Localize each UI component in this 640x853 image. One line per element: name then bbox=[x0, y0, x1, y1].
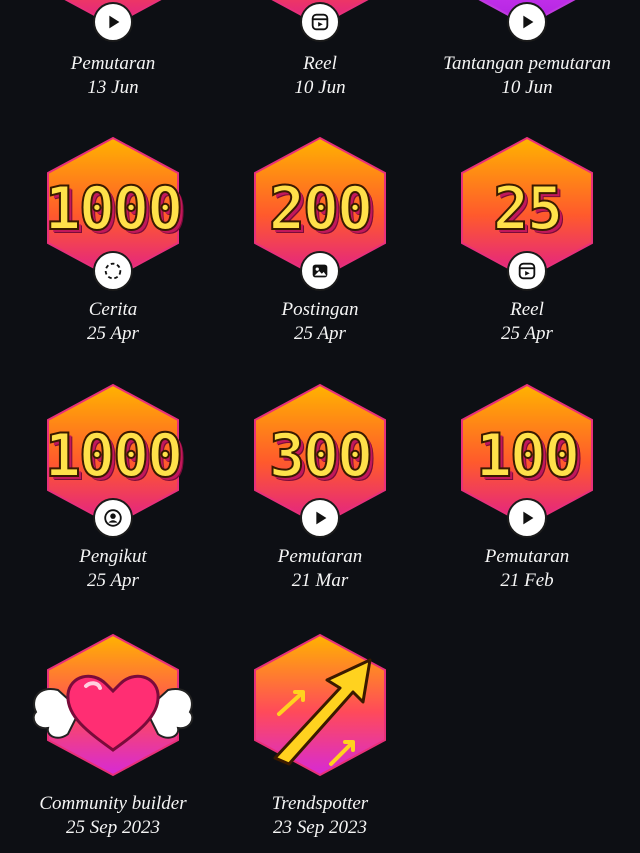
badge-date: 21 Feb bbox=[500, 570, 554, 591]
badge-card[interactable]: Reel 10 Jun bbox=[220, 0, 420, 98]
badge-date: 25 Apr bbox=[294, 323, 346, 344]
badge-card[interactable]: Tantangan pemutaran 10 Jun bbox=[427, 0, 627, 98]
badge-date: 25 Apr bbox=[87, 570, 139, 591]
reel-icon bbox=[507, 251, 547, 291]
badge-card[interactable]: 300 Pemutaran 21 Mar bbox=[220, 380, 420, 600]
badge-label: Pemutaran bbox=[484, 546, 570, 567]
badge-date: 25 Apr bbox=[87, 323, 139, 344]
badge-label: Pengikut bbox=[79, 546, 147, 567]
badge-milestone-number: 1000 bbox=[44, 174, 184, 244]
badge-label: Trendspotter bbox=[271, 793, 369, 814]
badge-date: 13 Jun bbox=[87, 77, 139, 98]
badge-milestone-number: 25 bbox=[492, 174, 564, 244]
story-icon bbox=[93, 251, 133, 291]
trend-arrow-icon bbox=[245, 640, 395, 780]
badge-label: Reel bbox=[303, 53, 337, 74]
badge-label: Reel bbox=[510, 299, 544, 320]
badge-date: 10 Jun bbox=[294, 77, 346, 98]
reel-icon bbox=[300, 2, 340, 42]
image-icon bbox=[300, 251, 340, 291]
badge-grid: Pemutaran 13 Jun Reel 10 Jun Tantangan p… bbox=[0, 0, 640, 853]
badge-date: 25 Apr bbox=[501, 323, 553, 344]
badge-date: 23 Sep 2023 bbox=[273, 817, 367, 838]
play-icon bbox=[300, 498, 340, 538]
badge-label: Tantangan pemutaran bbox=[443, 53, 611, 74]
badge-date: 21 Mar bbox=[291, 570, 349, 591]
badge-card[interactable]: 25 Reel 25 Apr bbox=[427, 133, 627, 353]
badge-milestone-number: 100 bbox=[475, 421, 581, 491]
badge-milestone-number: 300 bbox=[268, 421, 374, 491]
badge-label: Community builder bbox=[39, 793, 187, 814]
badge-label: Cerita bbox=[88, 299, 138, 320]
badge-milestone-number: 1000 bbox=[44, 421, 184, 491]
badge-card[interactable]: Community builder 25 Sep 2023 bbox=[13, 630, 213, 845]
follower-icon bbox=[93, 498, 133, 538]
badge-date: 25 Sep 2023 bbox=[66, 817, 160, 838]
badge-card[interactable]: 200 Postingan 25 Apr bbox=[220, 133, 420, 353]
badge-date: 10 Jun bbox=[501, 77, 553, 98]
play-icon bbox=[93, 2, 133, 42]
badge-label: Pemutaran bbox=[70, 53, 156, 74]
badge-milestone-number: 200 bbox=[268, 174, 374, 244]
badge-card[interactable]: 100 Pemutaran 21 Feb bbox=[427, 380, 627, 600]
badge-label: Pemutaran bbox=[277, 546, 363, 567]
play-icon bbox=[507, 2, 547, 42]
play-icon bbox=[507, 498, 547, 538]
badge-card[interactable]: 1000 Pengikut 25 Apr bbox=[13, 380, 213, 600]
badge-card[interactable]: 1000 Cerita 25 Apr bbox=[13, 133, 213, 353]
badge-card[interactable]: Pemutaran 13 Jun bbox=[13, 0, 213, 98]
winged-heart-icon bbox=[28, 650, 198, 760]
badge-label: Postingan bbox=[281, 299, 359, 320]
badge-card[interactable]: Trendspotter 23 Sep 2023 bbox=[220, 630, 420, 845]
